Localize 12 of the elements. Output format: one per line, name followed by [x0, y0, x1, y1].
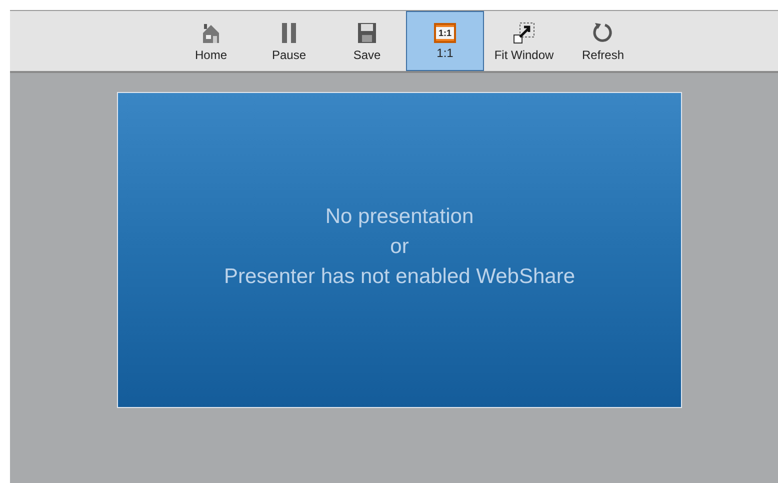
- toolbar-button[interactable]: Pause: [250, 11, 328, 71]
- refresh-icon: [591, 20, 615, 44]
- status-message: or: [390, 234, 409, 258]
- resize-icon: [512, 20, 536, 44]
- status-message: Presenter has not enabled WebShare: [224, 264, 575, 288]
- toolbar-button[interactable]: Home: [172, 11, 250, 71]
- toolbar-button[interactable]: 1:1 1:1: [406, 11, 484, 71]
- toolbar-button[interactable]: Fit Window: [484, 11, 564, 71]
- toolbar-button[interactable]: Refresh: [564, 11, 642, 71]
- toolbar-button[interactable]: Save: [328, 11, 406, 71]
- actual-size-icon: 1:1: [434, 22, 456, 42]
- status-message: No presentation: [325, 204, 474, 228]
